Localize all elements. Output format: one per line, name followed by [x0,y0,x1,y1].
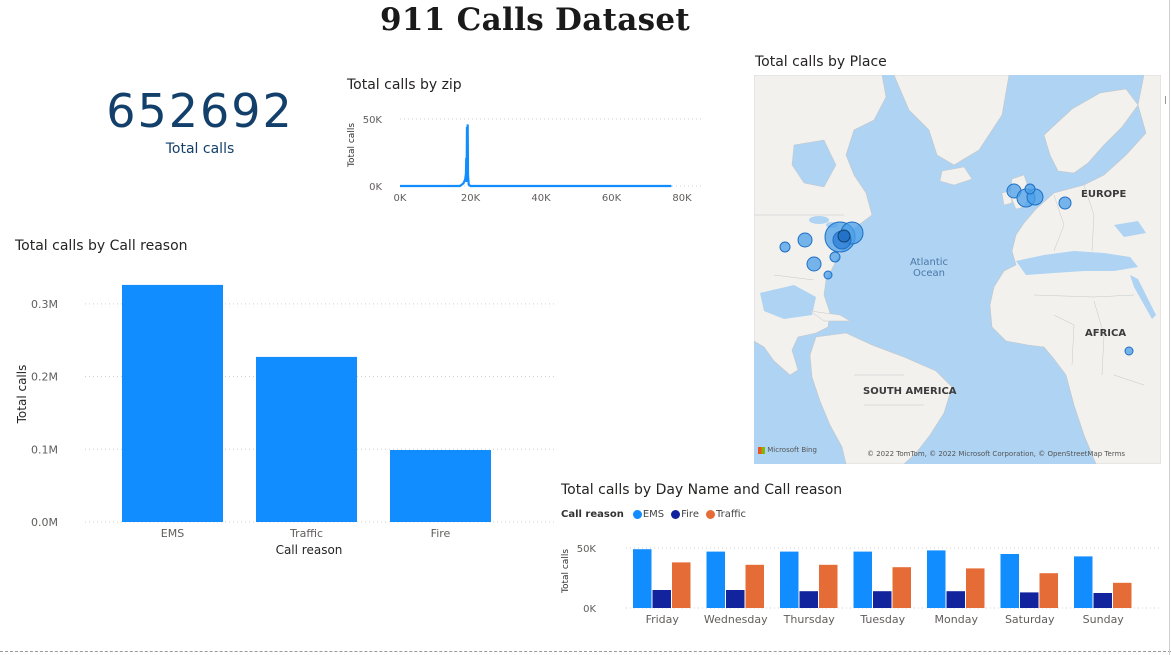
reason-bar [390,450,491,522]
zip-x-tick: 40K [531,193,551,204]
map-label-europe: EUROPE [1081,189,1127,200]
reason-y-tick: 0.2M [31,371,58,384]
day-bar-fire [799,591,818,608]
kpi-total-calls-value: 652692 [106,84,294,138]
zip-chart-title: Total calls by zip [347,77,462,93]
map-visual[interactable]: EUROPE AFRICA SOUTH AMERICA Atlantic Oce… [754,75,1161,464]
zip-x-tick: 60K [602,193,622,204]
reason-x-tick: EMS [161,527,184,540]
zip-x-tick: 0K [394,193,407,204]
day-x-tick: Wednesday [704,613,768,626]
day-bar-traffic [819,564,838,608]
map-bubbles[interactable] [754,75,1161,464]
day-chart[interactable]: 50K 0K Total calls Friday Wednesday Thursday T… [556,538,1166,630]
legend-label-fire: Fire [681,509,699,520]
legend-dot-traffic [705,510,715,519]
day-bar-ems [927,550,946,608]
page-bottom-border [0,651,1171,652]
legend-title: Call reason [561,509,624,520]
legend-label-ems: EMS [642,509,665,520]
ocean-label-line2: Ocean [913,268,945,279]
reason-chart-title: Total calls by Call reason [15,238,188,254]
reason-x-tick: Fire [431,527,451,540]
day-y-tick: 50K [577,544,597,555]
day-bar-fire [946,591,965,608]
day-bar-fire [1020,592,1039,608]
reason-x-axis-label: Call reason [276,543,343,557]
reason-y-tick: 0.1M [31,443,58,456]
day-x-tick: Friday [646,613,680,626]
map-bubble [806,256,822,272]
reason-chart[interactable]: 0.3M 0.2M 0.1M 0.0M EMS Traffic Fire Call reaso… [10,262,560,562]
day-bar-ems [1074,556,1093,608]
reason-y-tick: 0.0M [31,516,58,529]
map-label-south-america: SOUTH AMERICA [863,386,957,397]
kpi-total-calls-label: Total calls [165,141,235,157]
zip-y-tick: 50K [363,115,383,126]
reason-y-tick: 0.3M [31,298,58,311]
day-bar-traffic [1113,582,1132,608]
day-bar-ems [853,551,872,608]
zip-y-tick: 0K [369,182,382,193]
zip-x-tick: 20K [461,193,481,204]
legend-label-traffic: Traffic [715,509,747,520]
resize-handle-icon[interactable] [1165,96,1171,104]
day-x-tick: Sunday [1083,613,1125,626]
legend-item-traffic[interactable]: Traffic [705,509,747,520]
map-bubble [829,251,841,263]
day-bar-ems [633,549,652,608]
day-x-tick: Saturday [1005,613,1055,626]
day-y-tick: 0K [583,604,596,615]
legend-item-ems[interactable]: EMS [632,509,665,520]
map-bubble [837,229,851,243]
day-bar-traffic [745,564,764,608]
day-y-axis-label: Total calls [561,549,571,594]
map-title: Total calls by Place [755,54,887,70]
day-bar-ems [1000,554,1019,608]
ocean-label-line1: Atlantic [909,257,949,268]
map-bing-label: Microsoft Bing [767,446,817,454]
zip-chart[interactable]: 50K 0K 0K 20K 40K 60K 80K Total calls [340,100,710,210]
day-x-tick: Thursday [783,613,836,626]
day-x-tick: Tuesday [859,613,905,626]
map-bubble [779,241,791,253]
reason-x-tick: Traffic [289,527,323,540]
day-bar-traffic [966,568,985,608]
zip-x-tick: 80K [672,193,692,204]
day-bar-fire [726,590,745,608]
zip-series-line [400,124,672,188]
day-bar-fire [652,590,671,608]
day-bar-fire [873,591,892,608]
day-bar-traffic [1039,573,1058,608]
map-label-ocean: Atlantic Ocean [904,257,954,279]
map-attribution[interactable]: © 2022 TomTom, © 2022 Microsoft Corporat… [867,450,1125,458]
map-bing-logo: Microsoft Bing [758,446,817,454]
map-bubble [823,270,833,280]
map-bubble [1124,346,1134,356]
microsoft-logo-icon [758,446,765,454]
legend-item-fire[interactable]: Fire [671,509,699,520]
reason-bar [256,356,357,522]
day-chart-legend: Call reason EMS Fire Traffic [561,509,749,520]
day-bar-fire [1093,593,1112,608]
map-bubble [1058,196,1072,210]
legend-dot-ems [632,510,642,519]
map-label-africa: AFRICA [1085,328,1127,339]
day-chart-title: Total calls by Day Name and Call reason [561,482,843,498]
day-bar-ems [780,551,799,608]
reason-y-axis-label: Total calls [15,365,29,425]
reason-bar [122,284,223,522]
day-bar-traffic [892,567,911,608]
legend-dot-fire [671,510,681,519]
zip-y-axis-label: Total calls [347,123,357,168]
page-title: 911 Calls Dataset [379,2,691,38]
day-bar-traffic [672,562,691,608]
day-x-tick: Monday [935,613,979,626]
day-bar-ems [706,551,725,608]
map-bubble [1024,183,1036,195]
map-bubble [797,232,813,248]
